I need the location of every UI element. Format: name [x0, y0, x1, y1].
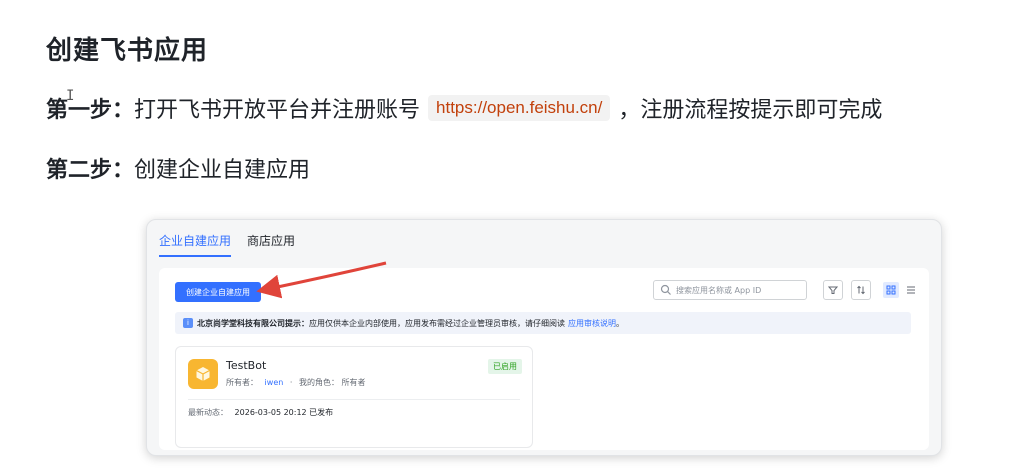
search-icon	[660, 284, 671, 295]
app-tabs: 企业自建应用 商店应用	[159, 232, 295, 257]
activity-label: 最新动态：	[188, 408, 228, 417]
activity-value: 2026-03-05 20:12 已发布	[234, 408, 334, 417]
role-value: 所有者	[341, 378, 366, 387]
grid-view-button[interactable]	[883, 282, 899, 298]
card-divider	[188, 399, 520, 400]
step-two: 第二步： 创建企业自建应用	[46, 152, 310, 184]
filter-button[interactable]	[823, 280, 843, 300]
notice-banner: i 北京尚学堂科技有限公司提示： 应用仅供本企业内部使用，应用发布需经过企业管理…	[175, 312, 911, 334]
review-guide-link[interactable]: 应用审核说明	[568, 318, 616, 329]
tab-internal-apps[interactable]: 企业自建应用	[159, 232, 232, 257]
search-placeholder: 搜索应用名称或 App ID	[676, 285, 762, 295]
step-two-label: 第二步：	[46, 158, 135, 183]
notice-end: 。	[616, 318, 624, 328]
feishu-url-link[interactable]: https://open.feishu.cn/	[428, 95, 611, 121]
step-one-label: 第一步：	[46, 98, 135, 123]
tab-store-apps[interactable]: 商店应用	[247, 232, 295, 257]
cube-icon	[196, 367, 210, 381]
page: 创建飞书应用 I 第一步： 打开飞书开放平台并注册账号 https://open…	[0, 0, 1024, 475]
grid-view-icon	[886, 285, 896, 295]
sort-button[interactable]	[851, 280, 871, 300]
meta-separator: ·	[289, 378, 293, 387]
owner-label: 所有者：	[226, 378, 258, 387]
status-badge: 已启用	[488, 359, 522, 374]
list-view-icon	[907, 286, 915, 294]
list-view-button[interactable]	[903, 282, 919, 298]
step-one: 第一步： 打开飞书开放平台并注册账号 https://open.feishu.c…	[46, 92, 882, 124]
info-icon: i	[183, 318, 193, 328]
app-list-panel: 创建企业自建应用 搜索应用名称或 App ID i 北京尚学堂科技有限公司提示：…	[159, 268, 929, 450]
create-app-button[interactable]: 创建企业自建应用	[175, 282, 261, 302]
step-one-text: 打开飞书开放平台并注册账号	[134, 98, 421, 123]
notice-company: 北京尚学堂科技有限公司提示：	[197, 318, 309, 328]
step-one-suffix: ，注册流程按提示即可完成	[618, 98, 883, 123]
sort-icon	[857, 285, 865, 295]
app-name: TestBot	[226, 359, 267, 372]
app-activity: 最新动态： 2026-03-05 20:12 已发布	[188, 407, 333, 418]
search-input[interactable]: 搜索应用名称或 App ID	[653, 280, 807, 300]
filter-icon	[828, 286, 838, 294]
role-label: 我的角色：	[298, 378, 339, 387]
step-two-text: 创建企业自建应用	[134, 158, 311, 183]
console-screenshot: 企业自建应用 商店应用 创建企业自建应用 搜索应用名称或 App ID i 北京…	[146, 219, 942, 456]
app-meta: 所有者： iwen · 我的角色： 所有者	[226, 377, 366, 388]
app-avatar	[188, 359, 218, 389]
owner-name[interactable]: iwen	[265, 378, 284, 387]
app-card[interactable]: TestBot 所有者： iwen · 我的角色： 所有者 已启用 最新动态： …	[175, 346, 533, 448]
doc-title: 创建飞书应用	[46, 36, 209, 66]
notice-text: 应用仅供本企业内部使用，应用发布需经过企业管理员审核，请仔细阅读	[309, 318, 565, 328]
